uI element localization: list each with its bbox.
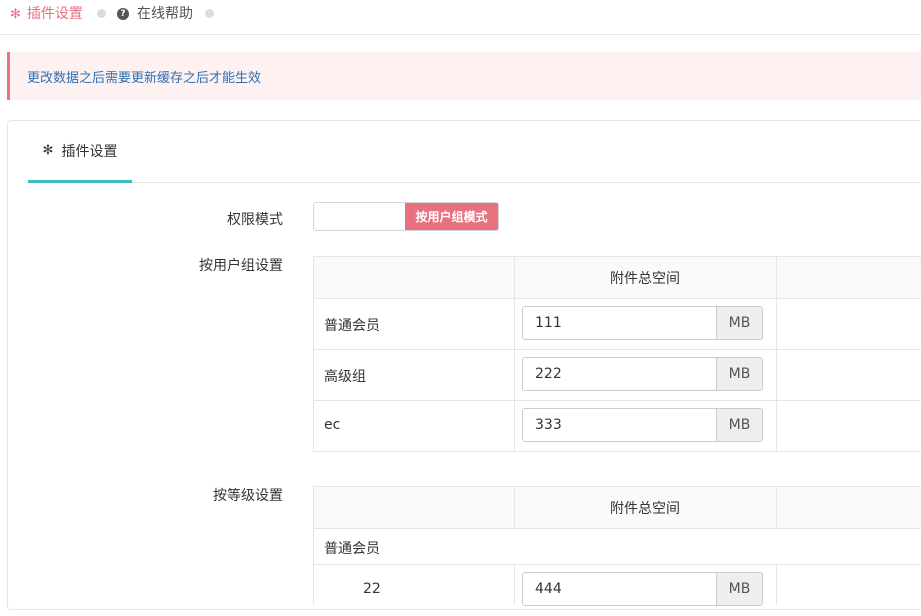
gear-icon: ✻ xyxy=(10,6,21,22)
top-tab-plugin-settings-label: 插件设置 xyxy=(26,6,83,22)
table-header-row: 附件总空间 xyxy=(313,257,921,299)
column-header-attachment-space: 附件总空间 xyxy=(610,501,680,517)
gear-icon: ✻ xyxy=(42,143,54,158)
group-name: 普通会员 xyxy=(324,318,380,334)
panel-tab-bar: ✻ 插件设置 xyxy=(28,121,921,183)
attachment-space-input-group: MB xyxy=(522,357,763,391)
top-tab-online-help-label: 在线帮助 xyxy=(137,6,193,22)
by-level-label: 按等级设置 xyxy=(213,488,283,504)
unit-addon: MB xyxy=(716,573,762,605)
permission-mode-toggle[interactable]: 按用户组模式 xyxy=(313,202,499,231)
top-tab-plugin-settings[interactable]: ✻ 插件设置 xyxy=(10,5,83,23)
by-group-label: 按用户组设置 xyxy=(199,258,283,274)
attachment-space-input[interactable] xyxy=(523,573,716,605)
separator-dot xyxy=(97,9,106,18)
table-row: 22 MB xyxy=(313,565,921,616)
attachment-space-input-group: MB xyxy=(522,572,763,606)
table-row: 普通会员 MB xyxy=(313,299,921,350)
top-tab-online-help[interactable]: ? 在线帮助 xyxy=(117,5,193,23)
attachment-space-input[interactable] xyxy=(523,307,716,339)
tab-plugin-settings[interactable]: ✻ 插件设置 xyxy=(28,121,132,183)
unit-addon: MB xyxy=(716,358,762,390)
attachment-space-input-group: MB xyxy=(522,408,763,442)
table-row: 高级组 MB xyxy=(313,350,921,401)
group-name: ec xyxy=(324,417,341,433)
alert-message: 更改数据之后需要更新缓存之后才能生效 xyxy=(27,70,262,86)
unit-addon: MB xyxy=(716,307,762,339)
attachment-space-input[interactable] xyxy=(523,358,716,390)
level-settings-table: 附件总空间 普通会员 22 MB xyxy=(313,486,921,606)
attachment-space-input[interactable] xyxy=(523,409,716,441)
table-row: ec MB xyxy=(313,401,921,452)
cache-notice-alert: 更改数据之后需要更新缓存之后才能生效 xyxy=(7,52,921,100)
level-name: 22 xyxy=(363,581,381,597)
help-icon: ? xyxy=(117,8,129,20)
level-group-name: 普通会员 xyxy=(324,541,380,557)
separator-dot xyxy=(205,9,214,18)
attachment-space-input-group: MB xyxy=(522,306,763,340)
column-header-attachment-space: 附件总空间 xyxy=(610,271,680,287)
unit-addon: MB xyxy=(716,409,762,441)
group-name: 高级组 xyxy=(324,369,366,385)
group-heading-row: 普通会员 xyxy=(313,529,921,565)
permission-mode-value: 按用户组模式 xyxy=(405,203,498,230)
top-tab-bar: ✻ 插件设置 ? 在线帮助 xyxy=(0,0,921,35)
group-settings-table: 附件总空间 普通会员 MB 高级组 MB ec MB xyxy=(313,256,921,452)
table-header-row: 附件总空间 xyxy=(313,487,921,529)
permission-mode-label: 权限模式 xyxy=(227,212,283,228)
tab-plugin-settings-label: 插件设置 xyxy=(61,143,118,160)
